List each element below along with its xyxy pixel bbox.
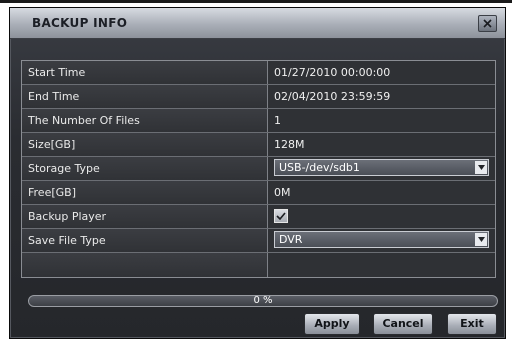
number-of-files-value: 1 (274, 114, 281, 127)
progress-percent-text: 0 % (253, 295, 273, 306)
backup-info-dialog: BACKUP INFO Start Time 01/27/2010 00:00:… (9, 7, 506, 339)
row-size: Size[GB] 128M (22, 133, 495, 157)
backup-player-checkbox[interactable] (274, 209, 288, 223)
backup-progress-bar: 0 % (28, 295, 498, 307)
row-free: Free[GB] 0M (22, 181, 495, 205)
start-time-label: Start Time (22, 61, 268, 84)
chevron-down-icon (475, 233, 487, 246)
free-label: Free[GB] (22, 181, 268, 204)
storage-type-select[interactable]: USB-/dev/sdb1 (274, 159, 489, 176)
number-of-files-label: The Number Of Files (22, 109, 268, 132)
row-number-of-files: The Number Of Files 1 (22, 109, 495, 133)
save-file-type-label: Save File Type (22, 229, 268, 252)
checkmark-icon (276, 212, 286, 220)
row-storage-type: Storage Type USB-/dev/sdb1 (22, 157, 495, 181)
start-time-value: 01/27/2010 00:00:00 (274, 66, 391, 79)
dialog-title: BACKUP INFO (32, 16, 128, 30)
row-start-time: Start Time 01/27/2010 00:00:00 (22, 61, 495, 85)
row-end-time: End Time 02/04/2010 23:59:59 (22, 85, 495, 109)
cancel-button[interactable]: Cancel (373, 313, 433, 335)
free-value: 0M (274, 186, 291, 199)
apply-button[interactable]: Apply (304, 313, 360, 335)
exit-button[interactable]: Exit (447, 313, 497, 335)
end-time-value: 02/04/2010 23:59:59 (274, 90, 391, 103)
size-value: 128M (274, 138, 305, 151)
title-bar: BACKUP INFO (10, 8, 505, 39)
top-edge-strip (0, 0, 512, 3)
close-icon (483, 19, 492, 28)
end-time-label: End Time (22, 85, 268, 108)
row-save-file-type: Save File Type DVR (22, 229, 495, 253)
row-backup-player: Backup Player (22, 205, 495, 229)
backup-info-table: Start Time 01/27/2010 00:00:00 End Time … (21, 60, 496, 278)
size-label: Size[GB] (22, 133, 268, 156)
save-file-type-selected-value: DVR (279, 233, 303, 246)
chevron-down-icon (475, 161, 487, 174)
row-empty (22, 253, 495, 277)
backup-player-label: Backup Player (22, 205, 268, 228)
storage-type-selected-value: USB-/dev/sdb1 (279, 161, 360, 174)
empty-cell (22, 253, 268, 277)
close-button[interactable] (478, 15, 497, 32)
save-file-type-select[interactable]: DVR (274, 231, 489, 248)
storage-type-label: Storage Type (22, 157, 268, 180)
